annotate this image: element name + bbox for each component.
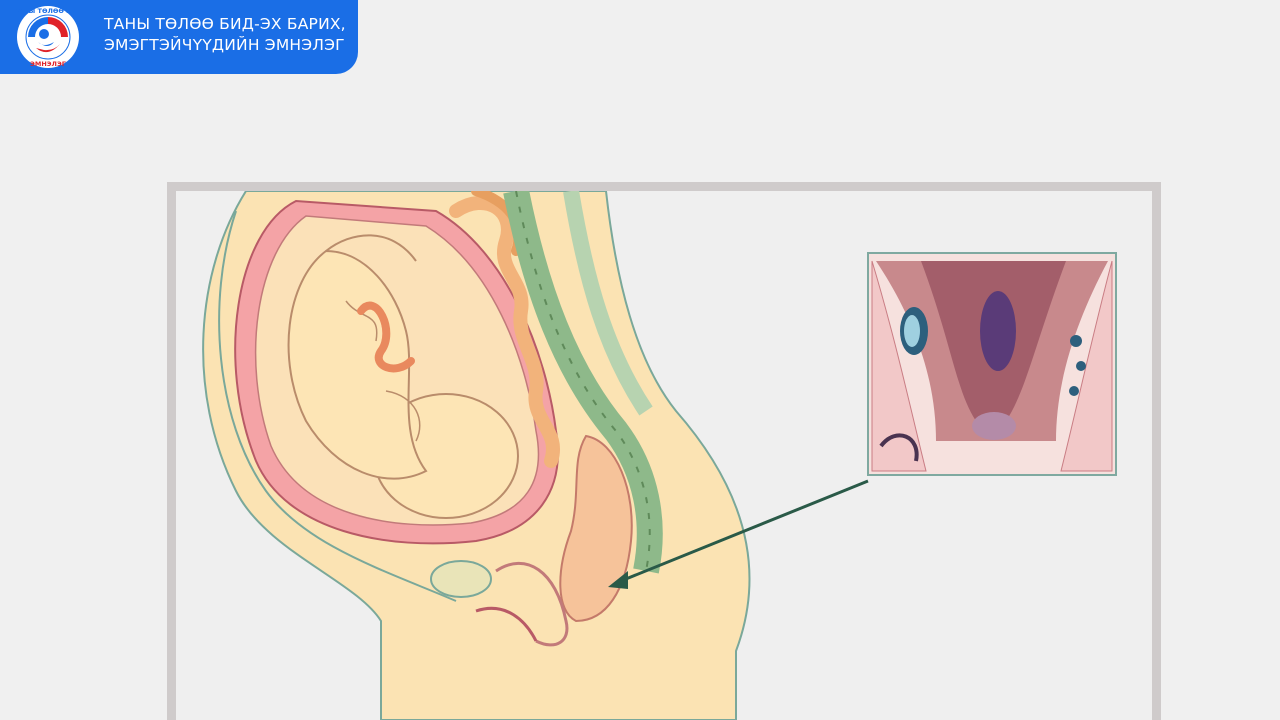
illustration-frame: [167, 182, 1161, 720]
clinic-logo: ТАНЫ ТӨЛӨӨ БИД ЭМНЭЛЭГ: [14, 6, 83, 68]
svg-text:ЭМНЭЛЭГ: ЭМНЭЛЭГ: [30, 60, 66, 68]
svg-text:ТАНЫ ТӨЛӨӨ БИД: ТАНЫ ТӨЛӨӨ БИД: [14, 7, 83, 15]
header-badge: ТАНЫ ТӨЛӨӨ БИД ЭМНЭЛЭГ ТАНЫ ТӨЛӨӨ БИД-ЭХ…: [0, 0, 358, 74]
inset-closeup: [867, 252, 1117, 476]
anatomy-illustration: [202, 191, 1117, 720]
clinic-name-line2: ЭМЭГТЭЙЧҮҮДИЙН ЭМНЭЛЭГ: [104, 36, 345, 54]
clinic-name: ТАНЫ ТӨЛӨӨ БИД-ЭХ БАРИХ, ЭМЭГТЭЙЧҮҮДИЙН …: [104, 14, 346, 56]
clinic-name-line1: ТАНЫ ТӨЛӨӨ БИД-ЭХ БАРИХ,: [104, 15, 346, 33]
bladder: [430, 560, 492, 598]
